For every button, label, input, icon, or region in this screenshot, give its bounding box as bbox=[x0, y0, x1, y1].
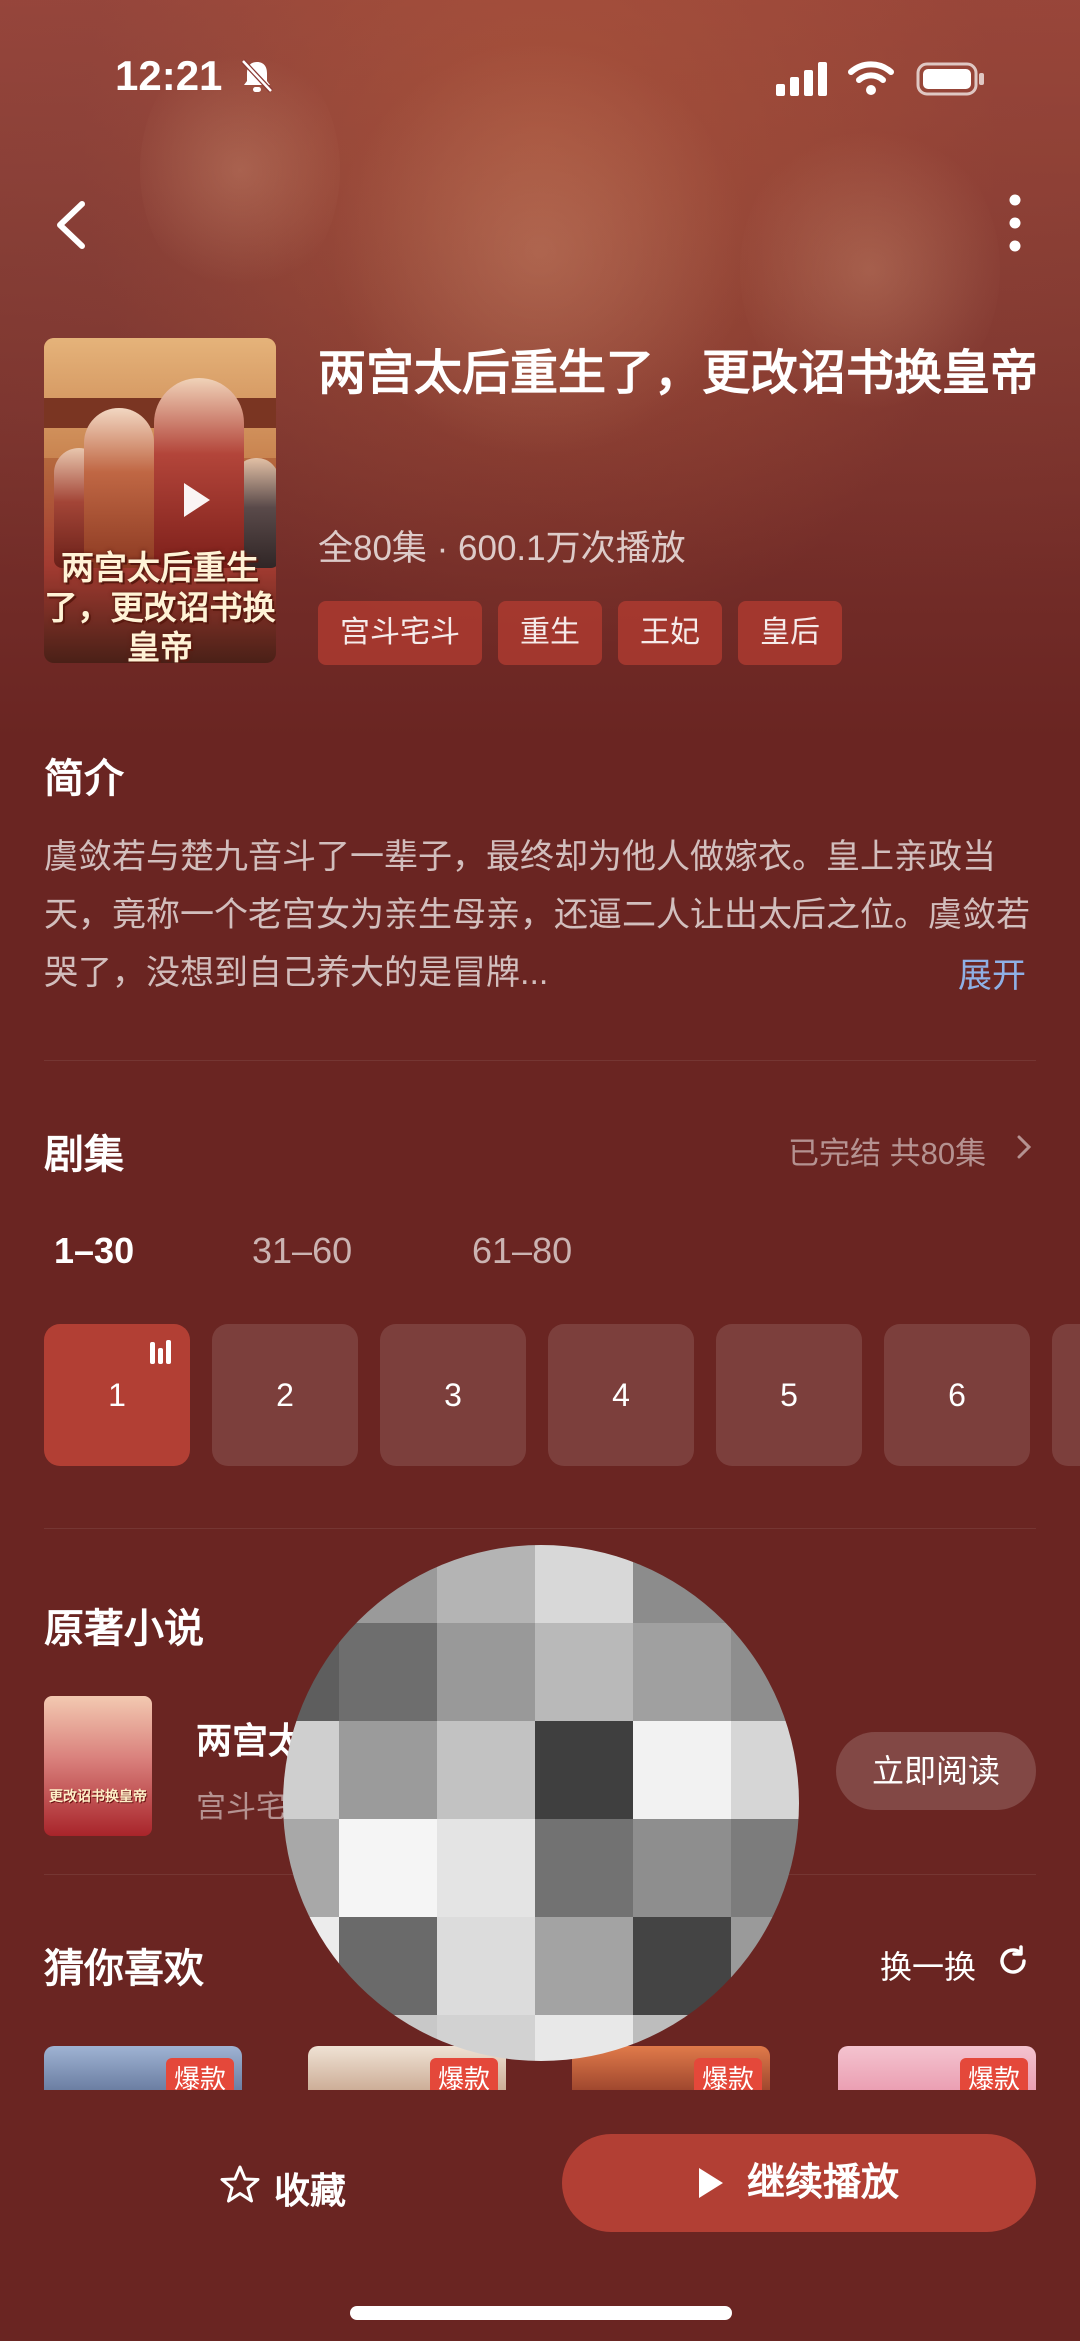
episode-tile-5[interactable]: 5 bbox=[716, 1324, 862, 1466]
read-now-button[interactable]: 立即阅读 bbox=[836, 1732, 1036, 1810]
drama-meta: 全80集 · 600.1万次播放 bbox=[318, 529, 686, 568]
episode-tile-3[interactable]: 3 bbox=[380, 1324, 526, 1466]
episode-tile-2[interactable]: 2 bbox=[212, 1324, 358, 1466]
mosaic-cell bbox=[283, 1545, 339, 1623]
mosaic-cell bbox=[283, 1721, 339, 1819]
mosaic-cell bbox=[437, 1545, 535, 1623]
mosaic-cell bbox=[633, 1623, 731, 1721]
battery-icon bbox=[916, 62, 984, 96]
mosaic-cell bbox=[731, 2015, 799, 2061]
mosaic-cell bbox=[283, 1819, 339, 1917]
tag-list: 宫斗宅斗 重生 王妃 皇后 bbox=[318, 601, 842, 665]
episode-number: 4 bbox=[612, 1377, 630, 1413]
episode-tile-1[interactable]: 1 bbox=[44, 1324, 190, 1466]
mosaic-cell bbox=[535, 1623, 633, 1721]
mosaic-cell bbox=[437, 1623, 535, 1721]
divider bbox=[44, 1528, 1036, 1529]
episode-tile-6[interactable]: 6 bbox=[884, 1324, 1030, 1466]
drama-title: 两宫太后重生了，更改诏书换皇帝 bbox=[318, 347, 1039, 400]
mosaic-cell bbox=[437, 1819, 535, 1917]
mosaic-cell bbox=[731, 1917, 799, 2015]
mosaic-cell bbox=[633, 2015, 731, 2061]
mosaic-cell bbox=[283, 1623, 339, 1721]
synopsis-heading: 简介 bbox=[44, 757, 124, 801]
wifi-icon bbox=[848, 61, 894, 95]
divider bbox=[44, 1060, 1036, 1061]
mosaic-cell bbox=[283, 1917, 339, 2015]
chevron-right-icon[interactable] bbox=[1016, 1134, 1032, 1160]
poster-title: 两宫太后重生了，更改诏书换皇帝 bbox=[44, 548, 276, 663]
bell-slash-icon bbox=[241, 59, 273, 93]
continue-play-label: 继续播放 bbox=[746, 2162, 899, 2204]
mosaic-cell bbox=[339, 1917, 437, 2015]
tag[interactable]: 皇后 bbox=[738, 601, 842, 665]
mosaic-cell bbox=[633, 1917, 731, 2015]
mosaic-cell bbox=[633, 1545, 731, 1623]
status-time: 12:21 bbox=[115, 52, 223, 99]
mosaic-cell bbox=[535, 1721, 633, 1819]
synopsis-text: 虞敛若与楚九音斗了一辈子，最终却为他人做嫁衣。皇上亲政当天，竟称一个老宫女为亲生… bbox=[44, 838, 1030, 992]
mosaic-cell bbox=[731, 1545, 799, 1623]
mosaic-cell bbox=[437, 2015, 535, 2061]
mosaic-cell bbox=[339, 1721, 437, 1819]
more-options-button[interactable] bbox=[1000, 190, 1030, 256]
drama-poster[interactable]: 两宫太后重生了，更改诏书换皇帝 bbox=[44, 338, 276, 663]
mosaic-cell bbox=[535, 1917, 633, 2015]
play-icon bbox=[698, 2168, 723, 2198]
poster-figure bbox=[84, 408, 154, 568]
episode-number: 2 bbox=[276, 1377, 294, 1413]
mosaic-cell bbox=[437, 1721, 535, 1819]
expand-button[interactable]: 展开 bbox=[958, 948, 1026, 997]
episode-tile-4[interactable]: 4 bbox=[548, 1324, 694, 1466]
novel-cover[interactable]: 更改诏书换皇帝 bbox=[44, 1696, 152, 1836]
mosaic-cell bbox=[731, 1721, 799, 1819]
mosaic-cell bbox=[339, 1545, 437, 1623]
novel-cover-text: 更改诏书换皇帝 bbox=[49, 1788, 147, 1804]
mosaic-cell bbox=[731, 1623, 799, 1721]
mosaic-cell bbox=[437, 1917, 535, 2015]
refresh-icon[interactable] bbox=[996, 1944, 1030, 1978]
star-icon[interactable] bbox=[220, 2164, 260, 2204]
mosaic-cell bbox=[731, 1819, 799, 1917]
mosaic-cell bbox=[535, 1819, 633, 1917]
episode-number: 5 bbox=[780, 1377, 798, 1413]
episode-number: 6 bbox=[948, 1377, 966, 1413]
mosaic-cell bbox=[339, 2015, 437, 2061]
mosaic-cell bbox=[339, 1819, 437, 1917]
signal-icon bbox=[776, 62, 827, 96]
continue-play-button[interactable]: 继续播放 bbox=[562, 2134, 1036, 2232]
novel-heading: 原著小说 bbox=[44, 1607, 204, 1651]
favorite-button[interactable]: 收藏 bbox=[274, 2162, 346, 2214]
mosaic-cell bbox=[535, 2015, 633, 2061]
play-icon bbox=[184, 483, 210, 517]
now-playing-icon bbox=[150, 1340, 171, 1364]
mosaic-cell bbox=[633, 1721, 731, 1819]
range-tab-31-60[interactable]: 31–60 bbox=[252, 1230, 352, 1272]
tag[interactable]: 宫斗宅斗 bbox=[318, 601, 482, 665]
episode-tile-partial[interactable] bbox=[1052, 1324, 1080, 1466]
novel-subtitle: 宫斗宅 bbox=[196, 1791, 286, 1824]
pixel-mosaic-overlay bbox=[283, 1545, 799, 2061]
home-indicator[interactable] bbox=[350, 2306, 732, 2320]
range-tab-1-30[interactable]: 1–30 bbox=[54, 1230, 134, 1272]
poster-figure bbox=[154, 378, 244, 568]
episodes-heading: 剧集 bbox=[44, 1133, 124, 1177]
episode-number: 3 bbox=[444, 1377, 462, 1413]
tag[interactable]: 重生 bbox=[498, 601, 602, 665]
episode-number: 1 bbox=[108, 1377, 126, 1413]
recommend-heading: 猜你喜欢 bbox=[44, 1947, 204, 1991]
mosaic-cell bbox=[535, 1545, 633, 1623]
tag[interactable]: 王妃 bbox=[618, 601, 722, 665]
range-tab-61-80[interactable]: 61–80 bbox=[472, 1230, 572, 1272]
episode-status[interactable]: 已完结 共80集 bbox=[788, 1128, 986, 1173]
mosaic-cell bbox=[633, 1819, 731, 1917]
mosaic-cell bbox=[339, 1623, 437, 1721]
back-button[interactable] bbox=[48, 190, 94, 260]
mosaic-cell bbox=[283, 2015, 339, 2061]
refresh-button[interactable]: 换一换 bbox=[880, 1942, 976, 1988]
